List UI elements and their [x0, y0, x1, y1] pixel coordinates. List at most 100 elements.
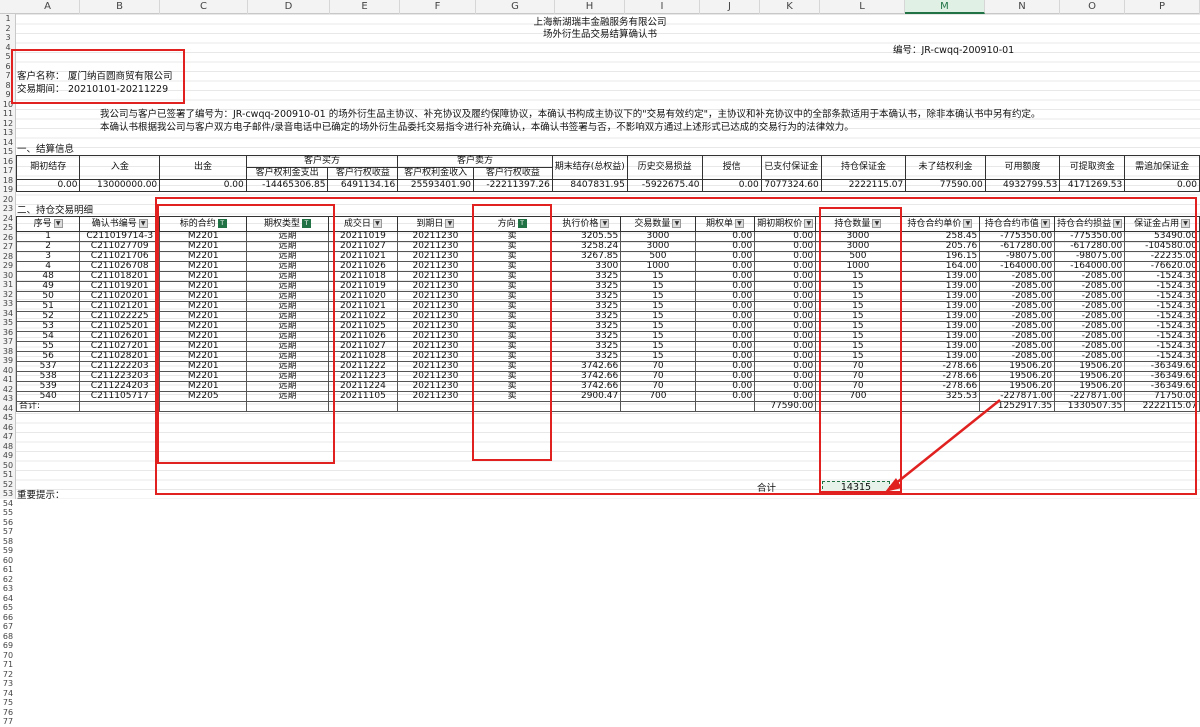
table-cell[interactable]: 远期 — [246, 281, 329, 292]
row-header[interactable]: 15 — [0, 147, 16, 157]
table-cell[interactable]: 3000 — [620, 241, 696, 252]
table-cell[interactable]: 3267.85 — [550, 251, 622, 262]
table-cell[interactable]: 远期 — [246, 321, 329, 332]
table-cell[interactable]: 53490.00 — [1124, 231, 1200, 242]
table-cell[interactable]: 20211230 — [397, 331, 474, 342]
row-header[interactable]: 16 — [0, 157, 16, 167]
table-cell[interactable]: C211224203 — [79, 381, 161, 392]
table-cell[interactable]: 远期 — [246, 351, 329, 362]
filter-dropdown-icon[interactable]: ▼ — [872, 219, 882, 228]
table-cell[interactable]: M2201 — [159, 291, 248, 302]
table-cell[interactable]: 0.00 — [694, 311, 756, 322]
table-cell[interactable]: 71750.00 — [1124, 391, 1200, 402]
detail-header[interactable]: 持仓合约市值 ▼ — [979, 216, 1056, 232]
table-cell[interactable]: 0.00 — [754, 301, 817, 312]
table-cell[interactable]: 1000 — [815, 261, 901, 272]
row-header[interactable]: 63 — [0, 584, 16, 594]
table-cell[interactable]: M2201 — [159, 281, 248, 292]
table-cell[interactable]: 20211025 — [327, 321, 399, 332]
table-cell[interactable]: -98075.00 — [1054, 251, 1126, 262]
table-cell[interactable]: 20211230 — [397, 271, 474, 282]
row-header[interactable]: 50 — [0, 461, 16, 471]
table-cell[interactable]: 20211018 — [327, 271, 399, 282]
detail-header[interactable]: 确认书编号 ▼ — [79, 216, 161, 232]
table-cell[interactable]: M2201 — [159, 331, 248, 342]
filter-dropdown-icon[interactable]: ▼ — [53, 219, 63, 228]
table-cell[interactable]: 20211020 — [327, 291, 399, 302]
table-cell[interactable]: 70 — [620, 381, 696, 392]
table-cell[interactable]: 15 — [815, 331, 901, 342]
total-cell[interactable] — [550, 401, 622, 412]
table-cell[interactable]: 卖 — [472, 251, 552, 262]
table-cell[interactable]: C211019714-3 — [79, 231, 161, 242]
total-cell[interactable]: 1330507.35 — [1054, 401, 1126, 412]
row-header[interactable]: 48 — [0, 442, 16, 452]
table-cell[interactable]: -775350.00 — [1054, 231, 1126, 242]
table-cell[interactable]: 15 — [620, 291, 696, 302]
row-header[interactable]: 58 — [0, 537, 16, 547]
table-cell[interactable]: 卖 — [472, 351, 552, 362]
table-cell[interactable]: -36349.60 — [1124, 371, 1200, 382]
row-header[interactable]: 10 — [0, 100, 16, 110]
total-cell[interactable] — [397, 401, 474, 412]
table-cell[interactable]: 540 — [15, 391, 81, 402]
summary-value[interactable]: -14465306.85 — [245, 179, 329, 192]
table-cell[interactable]: 0.00 — [694, 391, 756, 402]
detail-header[interactable]: 方向 T — [472, 216, 552, 232]
sum-value-cell[interactable]: 14315 — [822, 481, 890, 494]
summary-value[interactable]: 13000000.00 — [79, 179, 161, 192]
filter-dropdown-icon[interactable]: ▼ — [372, 219, 382, 228]
table-cell[interactable]: 20211028 — [327, 351, 399, 362]
row-header[interactable]: 29 — [0, 261, 16, 271]
table-cell[interactable]: 3000 — [620, 231, 696, 242]
table-cell[interactable]: 卖 — [472, 291, 552, 302]
column-header-e[interactable]: E — [330, 0, 400, 14]
row-header[interactable]: 1 — [0, 14, 16, 24]
table-cell[interactable]: M2201 — [159, 271, 248, 282]
table-cell[interactable]: 500 — [815, 251, 901, 262]
summary-value[interactable]: 8407831.95 — [551, 179, 628, 192]
table-cell[interactable]: 2 — [15, 241, 81, 252]
total-cell[interactable] — [899, 401, 981, 412]
table-cell[interactable]: 0.00 — [694, 321, 756, 332]
table-cell[interactable]: 20211222 — [327, 361, 399, 372]
row-header[interactable]: 40 — [0, 366, 16, 376]
table-cell[interactable]: 卖 — [472, 311, 552, 322]
row-header[interactable]: 28 — [0, 252, 16, 262]
table-cell[interactable]: 139.00 — [899, 341, 981, 352]
table-cell[interactable]: 3325 — [550, 311, 622, 322]
table-cell[interactable]: 0.00 — [754, 271, 817, 282]
table-cell[interactable]: -2085.00 — [1054, 351, 1126, 362]
column-header-k[interactable]: K — [760, 0, 820, 14]
table-cell[interactable]: M2201 — [159, 241, 248, 252]
table-cell[interactable]: 0.00 — [754, 391, 817, 402]
table-cell[interactable]: 50 — [15, 291, 81, 302]
table-cell[interactable]: 卖 — [472, 231, 552, 242]
summary-value[interactable]: 0.00 — [701, 179, 762, 192]
table-cell[interactable]: -2085.00 — [1054, 291, 1126, 302]
row-header[interactable]: 54 — [0, 499, 16, 509]
table-cell[interactable]: 远期 — [246, 371, 329, 382]
table-cell[interactable]: 139.00 — [899, 301, 981, 312]
table-cell[interactable]: 70 — [815, 361, 901, 372]
table-cell[interactable]: C211028201 — [79, 351, 161, 362]
table-cell[interactable]: 139.00 — [899, 311, 981, 322]
table-cell[interactable]: 20211021 — [327, 251, 399, 262]
table-cell[interactable]: C211022225 — [79, 311, 161, 322]
table-cell[interactable]: 20211230 — [397, 321, 474, 332]
table-cell[interactable]: M2201 — [159, 231, 248, 242]
summary-value[interactable]: -22211397.26 — [473, 179, 553, 192]
table-cell[interactable]: M2201 — [159, 311, 248, 322]
table-cell[interactable]: 0.00 — [754, 311, 817, 322]
table-cell[interactable]: M2201 — [159, 301, 248, 312]
table-cell[interactable]: 20211230 — [397, 261, 474, 272]
table-cell[interactable]: 20211230 — [397, 251, 474, 262]
row-header[interactable]: 49 — [0, 451, 16, 461]
table-cell[interactable]: -1524.30 — [1124, 341, 1200, 352]
table-cell[interactable]: 0.00 — [754, 291, 817, 302]
row-header[interactable]: 35 — [0, 318, 16, 328]
column-header-o[interactable]: O — [1060, 0, 1125, 14]
table-cell[interactable]: 3000 — [815, 241, 901, 252]
table-cell[interactable]: 3205.55 — [550, 231, 622, 242]
table-cell[interactable]: C211223203 — [79, 371, 161, 382]
